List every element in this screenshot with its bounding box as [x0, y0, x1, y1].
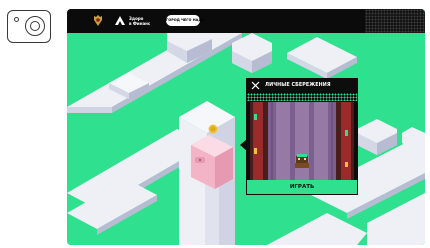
mini-game-modal: ЛИЧНЫЕ СБЕРЕЖЕНИЯ ИГРАТЬ	[240, 78, 358, 195]
modal-pointer	[240, 139, 247, 151]
modal-dither-strip	[247, 93, 357, 101]
close-icon[interactable]	[251, 81, 260, 90]
camera-button[interactable]	[7, 10, 51, 43]
modal-title: ЛИЧНЫЕ СБЕРЕЖЕНИЯ	[265, 83, 331, 88]
top-bar: Здоро в Финанс ГОРОД ЧЕГО НАДО	[67, 9, 425, 33]
game-viewport[interactable]: Здоро в Финанс ГОРОД ЧЕГО НАДО ЛИЧНЫЕ СБ…	[67, 9, 425, 245]
mini-game-preview	[250, 102, 354, 180]
partner-logo-mark	[115, 16, 125, 25]
modal-header: ЛИЧНЫЕ СБЕРЕЖЕНИЯ	[247, 79, 357, 93]
play-button[interactable]: ИГРАТЬ	[247, 180, 357, 194]
header-dither-pattern	[365, 9, 425, 33]
coat-of-arms-icon	[94, 15, 102, 26]
city-brand-badge[interactable]: ГОРОД ЧЕГО НАДО	[166, 15, 204, 26]
camera-flash-indicator	[14, 17, 19, 22]
camera-lens	[30, 21, 40, 31]
mini-game-player	[295, 154, 309, 168]
logo-text-line2: в Финанс	[129, 21, 151, 26]
